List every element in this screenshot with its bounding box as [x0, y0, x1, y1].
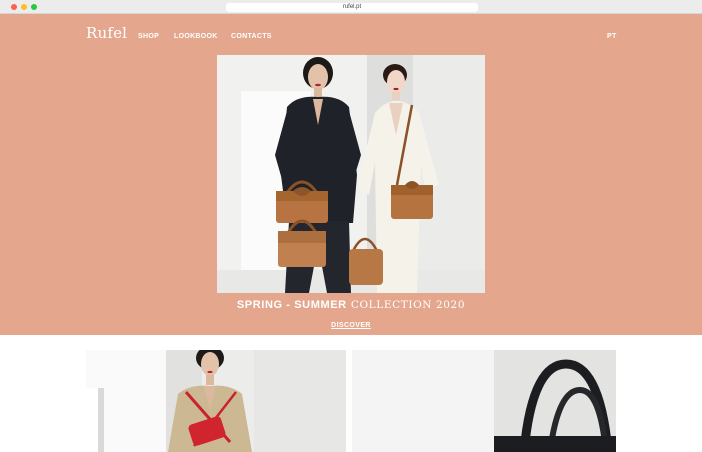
lookbook-image-black-bag-illustration — [494, 350, 616, 452]
lookbook-image-trench-illustration — [86, 350, 346, 452]
browser-toolbar: rufel.pt — [0, 0, 702, 14]
lookbook-image-black-bag[interactable] — [494, 350, 616, 452]
discover-link[interactable]: DISCOVER — [331, 322, 371, 329]
nav-shop-link[interactable]: SHOP — [138, 33, 159, 40]
nav-lookbook-link[interactable]: LOOKBOOK — [174, 33, 218, 40]
hero-image-illustration — [217, 55, 485, 293]
minimize-window-icon[interactable] — [21, 4, 27, 10]
collection-title-bold: SPRING - SUMMER — [236, 299, 347, 311]
hero-image[interactable] — [217, 55, 485, 293]
collection-title-light: COLLECTION 2020 — [350, 299, 466, 311]
nav-contacts-link[interactable]: CONTACTS — [231, 33, 272, 40]
site-logo[interactable]: Rufel — [86, 24, 127, 42]
browser-window: rufel.pt Rufel SHOP LOOKBOOK CONTACTS PT — [0, 0, 702, 452]
close-window-icon[interactable] — [11, 4, 17, 10]
maximize-window-icon[interactable] — [31, 4, 37, 10]
hero-section: Rufel SHOP LOOKBOOK CONTACTS PT SPRING -… — [0, 14, 702, 335]
lookbook-image-trench[interactable] — [86, 350, 346, 452]
collection-title: SPRING - SUMMER COLLECTION 2020 — [0, 298, 702, 311]
lookbook-image-empty[interactable] — [346, 350, 494, 452]
discover-link-wrapper: DISCOVER — [0, 312, 702, 331]
language-switch[interactable]: PT — [607, 33, 617, 40]
lookbook-image-empty-illustration — [346, 350, 494, 452]
address-bar[interactable]: rufel.pt — [226, 3, 478, 12]
